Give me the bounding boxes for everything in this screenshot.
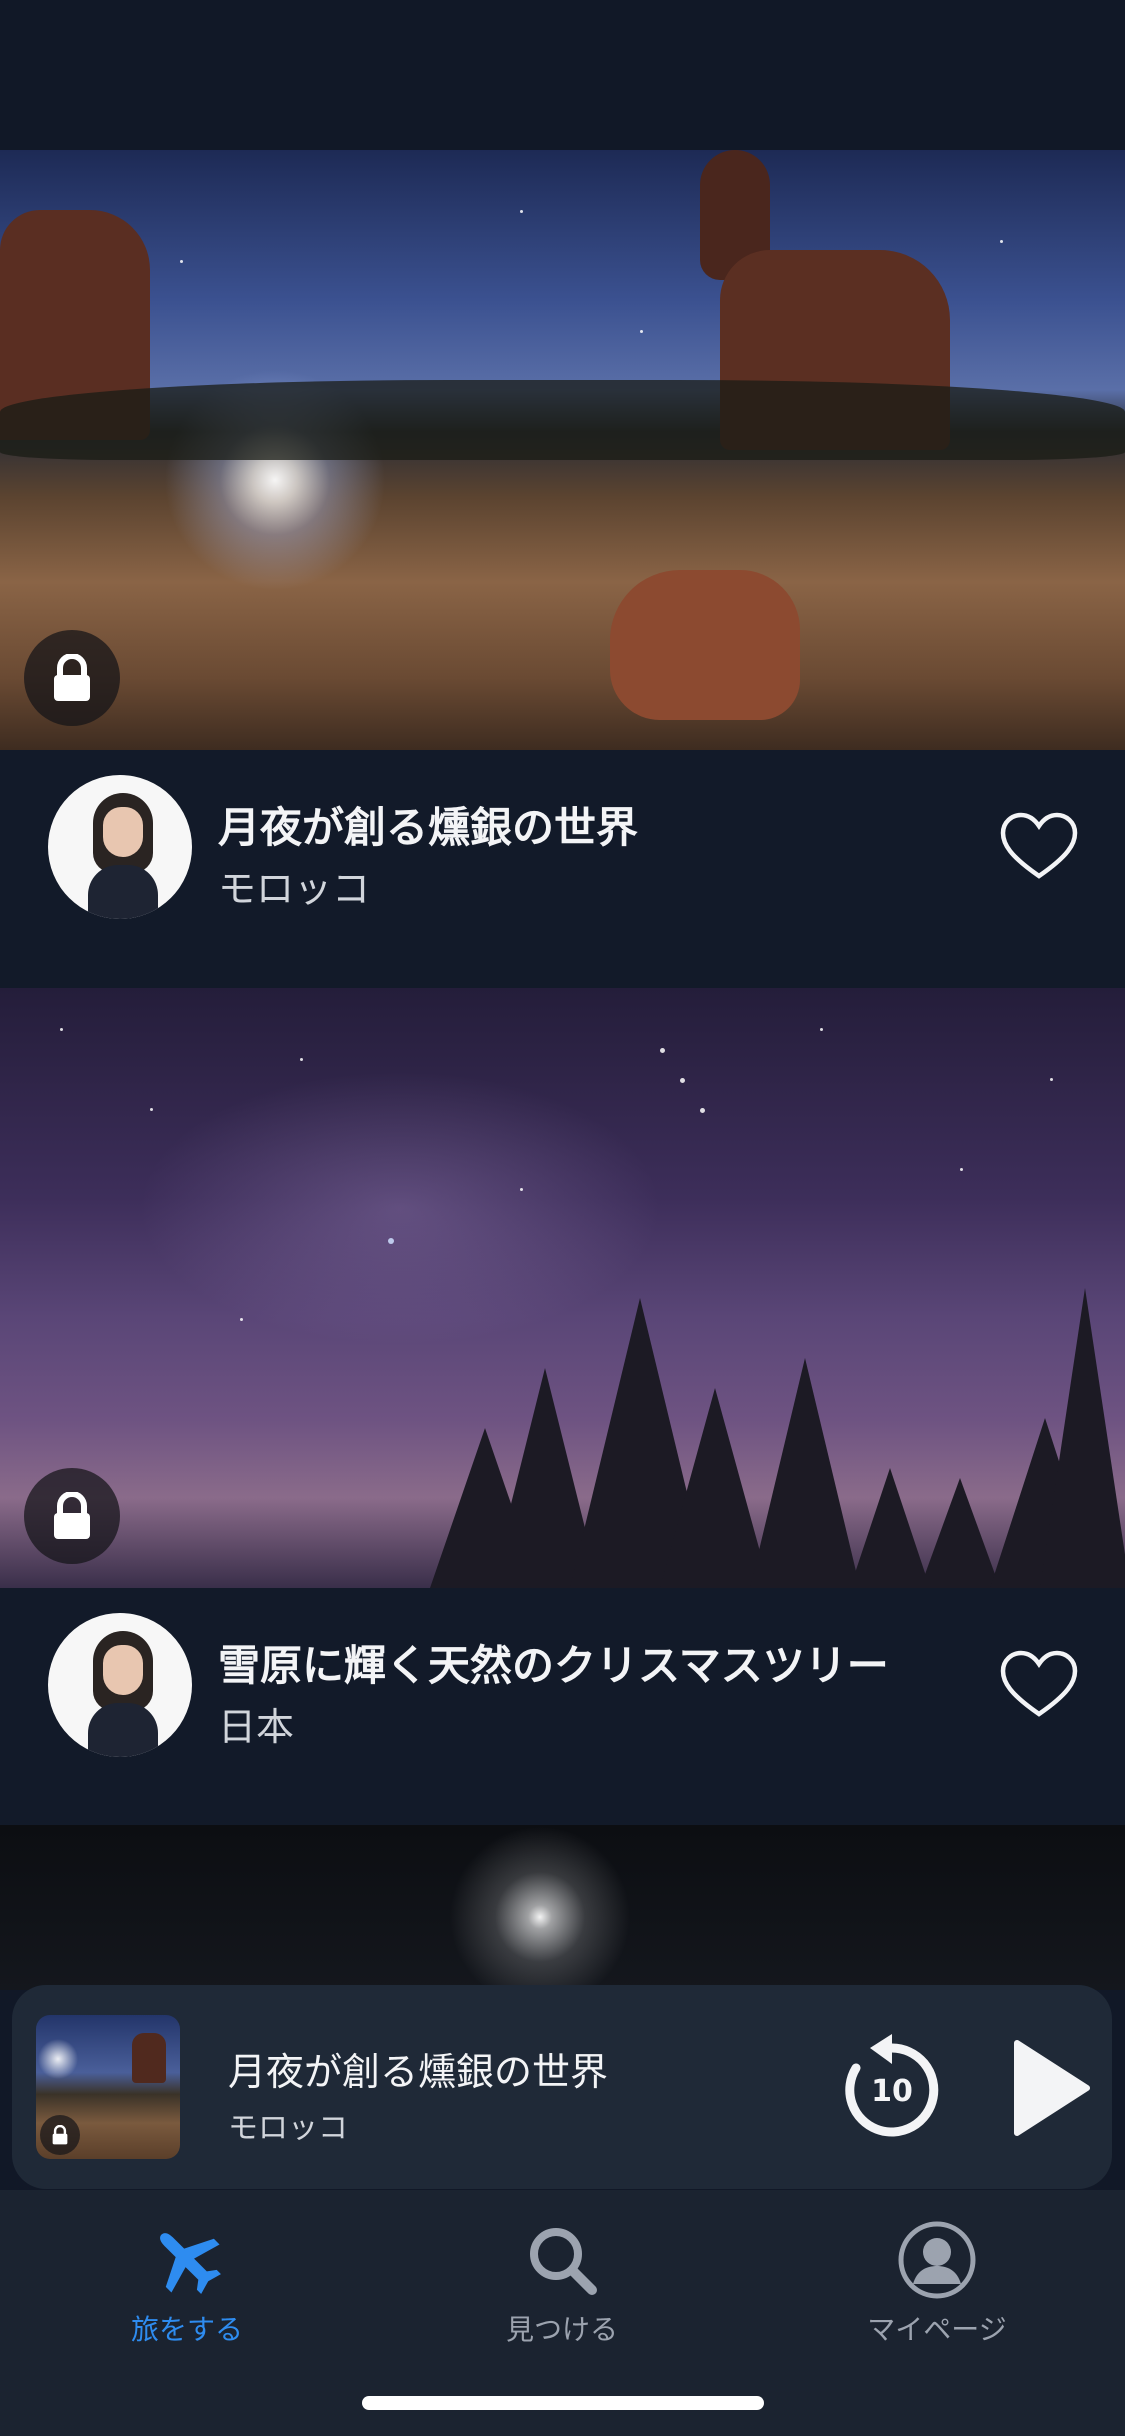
play-icon[interactable] xyxy=(997,2033,1097,2143)
mini-player-thumbnail xyxy=(36,2015,180,2159)
card-subtitle: 日本 xyxy=(218,1705,295,1749)
lock-icon xyxy=(52,2125,68,2145)
mini-player-title: 月夜が創る燻銀の世界 xyxy=(228,2050,609,2094)
profile-icon xyxy=(898,2221,976,2299)
card-title: 雪原に輝く天然のクリスマスツリー xyxy=(218,1641,889,1690)
tab-mypage[interactable]: マイページ xyxy=(812,2208,1062,2358)
replay-seconds: 10 xyxy=(871,2074,913,2109)
home-indicator xyxy=(362,2396,764,2410)
tab-label: マイページ xyxy=(867,2313,1007,2346)
avatar xyxy=(48,1613,192,1757)
mini-player[interactable]: 月夜が創る燻銀の世界 モロッコ 10 xyxy=(12,1985,1112,2189)
desert-bushes xyxy=(0,380,1125,460)
tab-label: 見つける xyxy=(505,2313,618,2346)
card-info-1[interactable]: 月夜が創る燻銀の世界 モロッコ xyxy=(0,750,1125,988)
lock-badge xyxy=(24,1468,120,1564)
heart-icon[interactable] xyxy=(1000,1650,1078,1720)
tab-travel[interactable]: 旅をする xyxy=(62,2208,312,2358)
card-image-3[interactable] xyxy=(0,1825,1125,1990)
status-bar xyxy=(0,0,1125,150)
tab-discover[interactable]: 見つける xyxy=(437,2208,687,2358)
search-icon xyxy=(530,2228,597,2295)
mini-player-subtitle: モロッコ xyxy=(228,2111,348,2146)
card-info-2[interactable]: 雪原に輝く天然のクリスマスツリー 日本 xyxy=(0,1588,1125,1826)
lock-badge xyxy=(40,2115,80,2155)
heart-icon[interactable] xyxy=(1000,812,1078,882)
airplane-icon xyxy=(160,2233,221,2294)
tab-label: 旅をする xyxy=(130,2313,243,2346)
card-image-2[interactable] xyxy=(0,988,1125,1588)
card-title: 月夜が創る燻銀の世界 xyxy=(218,803,639,852)
lock-icon xyxy=(54,1492,90,1539)
pine-trees xyxy=(430,1268,1125,1588)
lock-icon xyxy=(54,654,90,701)
replay-10-button[interactable]: 10 xyxy=(832,2030,952,2150)
card-image-1[interactable] xyxy=(0,150,1125,750)
lock-badge xyxy=(24,630,120,726)
boulder xyxy=(610,570,800,720)
card-subtitle: モロッコ xyxy=(218,867,371,911)
avatar xyxy=(48,775,192,919)
